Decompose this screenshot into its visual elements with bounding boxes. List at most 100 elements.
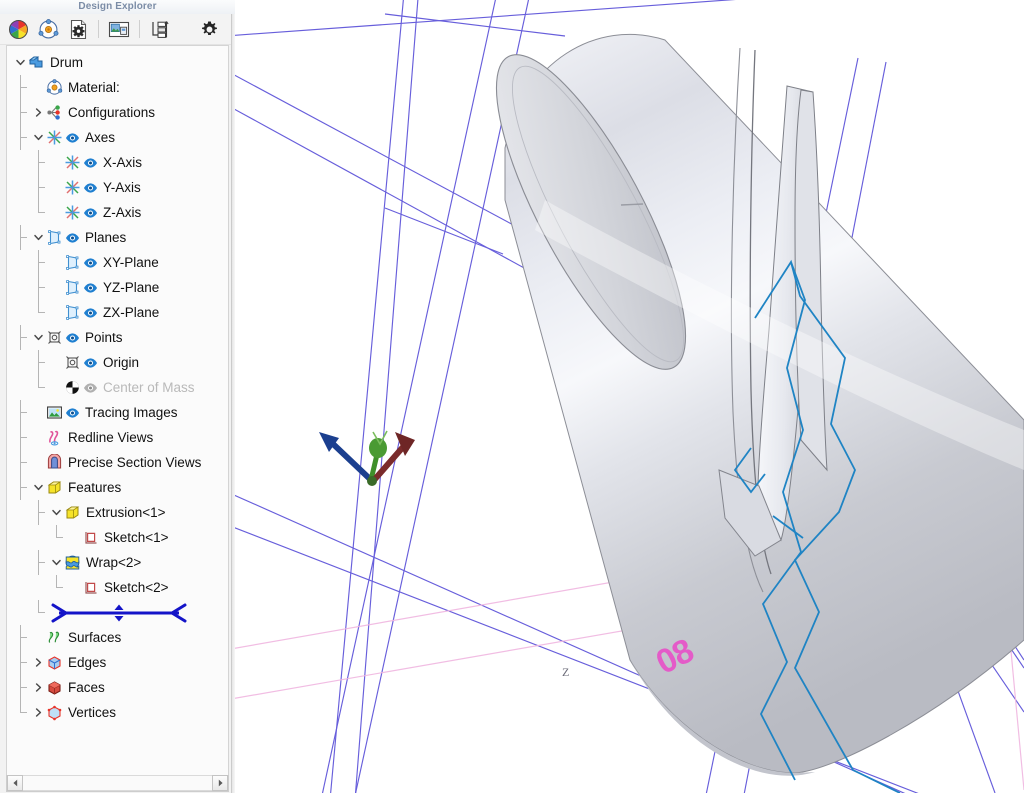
- sketch-icon: [81, 579, 100, 596]
- tree-twisty-placeholder: [49, 200, 63, 225]
- tree-connector-vertical: [20, 638, 21, 650]
- coordinate-triad: [319, 430, 415, 486]
- tree-connector: [56, 575, 63, 588]
- tree-twisty-placeholder: [49, 300, 63, 325]
- eye-hidden-icon[interactable]: [82, 382, 99, 394]
- design-explorer-tree-container[interactable]: Drum Material: Configurations Axes X-Axis Y-A…: [6, 45, 229, 775]
- chevron-down-icon[interactable]: [31, 125, 45, 150]
- tree-item-label: Axes: [85, 130, 116, 145]
- tree-item-label: Tracing Images: [85, 405, 178, 420]
- scroll-left-button[interactable]: [7, 775, 23, 791]
- tree-item-sketch-2[interactable]: Sketch<2>: [7, 575, 228, 600]
- tree-item-planes[interactable]: Planes: [7, 225, 228, 250]
- tree-connector-vertical: [20, 663, 21, 675]
- plane-icon: [63, 304, 82, 321]
- eye-visible-icon[interactable]: [82, 282, 99, 294]
- scroll-right-button[interactable]: [212, 775, 228, 791]
- 3d-viewport[interactable]: Z 08: [235, 0, 1024, 793]
- tree-item-surfaces[interactable]: Surfaces: [7, 625, 228, 650]
- tree-item-label: Vertices: [68, 705, 117, 720]
- tree-connector: [20, 675, 27, 688]
- tree-item-sketch-1[interactable]: Sketch<1>: [7, 525, 228, 550]
- tree-item-material[interactable]: Material:: [7, 75, 228, 100]
- tree-twisty-placeholder: [49, 175, 63, 200]
- point-icon: [63, 354, 82, 371]
- chevron-down-icon[interactable]: [49, 550, 63, 575]
- tree-item-points[interactable]: Points: [7, 325, 228, 350]
- document-properties-icon[interactable]: [66, 17, 90, 41]
- tree-twisty-placeholder: [49, 275, 63, 300]
- tree-item-drum[interactable]: Drum: [7, 50, 228, 75]
- eye-visible-icon[interactable]: [82, 357, 99, 369]
- eye-visible-icon[interactable]: [64, 232, 81, 244]
- tree-twisty-placeholder: [49, 250, 63, 275]
- tree-item-features[interactable]: Features: [7, 475, 228, 500]
- eye-visible-icon[interactable]: [82, 307, 99, 319]
- wrap-icon: [63, 554, 82, 571]
- axis-icon: [63, 204, 82, 221]
- gear-icon[interactable]: [197, 17, 221, 41]
- tree-connector-vertical: [20, 238, 21, 250]
- chevron-right-icon[interactable]: [31, 700, 45, 725]
- eye-visible-icon[interactable]: [64, 132, 81, 144]
- tree-item-faces[interactable]: Faces: [7, 675, 228, 700]
- tree-item-edges[interactable]: Edges: [7, 650, 228, 675]
- vertices-cube-icon: [45, 704, 64, 721]
- eye-visible-icon[interactable]: [82, 207, 99, 219]
- chevron-down-icon[interactable]: [31, 325, 45, 350]
- tree-item-tracing-images[interactable]: Tracing Images: [7, 400, 228, 425]
- tree-item-label: Extrusion<1>: [86, 505, 166, 520]
- chevron-right-icon[interactable]: [31, 650, 45, 675]
- tree-twisty-placeholder: [31, 450, 45, 475]
- scrollbar-track[interactable]: [23, 775, 212, 791]
- feature-icon: [45, 479, 64, 496]
- tree-item-precise-section-views[interactable]: Precise Section Views: [7, 450, 228, 475]
- chevron-down-icon[interactable]: [49, 500, 63, 525]
- tree-connector-vertical: [20, 438, 21, 450]
- tree-connector: [38, 300, 45, 313]
- eye-visible-icon[interactable]: [64, 332, 81, 344]
- tree-twisty-placeholder: [49, 150, 63, 175]
- chevron-down-icon[interactable]: [31, 475, 45, 500]
- triad-z-label: Z: [562, 665, 570, 679]
- plane-icon: [63, 254, 82, 271]
- tree-item-label: Configurations: [68, 105, 156, 120]
- tree-twisty-placeholder: [67, 525, 81, 550]
- eye-visible-icon[interactable]: [64, 407, 81, 419]
- tree-horizontal-scrollbar[interactable]: [6, 775, 229, 792]
- tree-item-vertices[interactable]: Vertices: [7, 700, 228, 725]
- tree-connector: [56, 525, 63, 538]
- axis-icon: [63, 179, 82, 196]
- tracing-image-icon[interactable]: [107, 17, 131, 41]
- chevron-right-icon[interactable]: [31, 100, 45, 125]
- tree-item-axes[interactable]: Axes: [7, 125, 228, 150]
- tree-connector-vertical: [38, 288, 39, 300]
- tree-item-redline-views[interactable]: Redline Views: [7, 425, 228, 450]
- tree-item-label: Wrap<2>: [86, 555, 142, 570]
- chevron-down-icon[interactable]: [31, 225, 45, 250]
- tree-item-label: Precise Section Views: [68, 455, 202, 470]
- chevron-down-icon[interactable]: [13, 50, 27, 75]
- chevron-right-icon[interactable]: [31, 675, 45, 700]
- tree-item-label: ZX-Plane: [103, 305, 160, 320]
- design-explorer-tree: Drum Material: Configurations Axes X-Axis Y-A…: [7, 46, 228, 725]
- color-wheel-icon[interactable]: [6, 17, 30, 41]
- tree-connector: [20, 400, 27, 413]
- tree-item-label: Sketch<2>: [104, 580, 169, 595]
- design-explorer-tree-icon[interactable]: [148, 17, 172, 41]
- tree-item-configurations[interactable]: Configurations: [7, 100, 228, 125]
- tree-connector: [20, 450, 27, 463]
- tree-connector: [20, 475, 27, 488]
- eye-visible-icon[interactable]: [82, 182, 99, 194]
- tracing-image-icon: [45, 404, 64, 421]
- tree-connector: [20, 700, 27, 713]
- eye-visible-icon[interactable]: [82, 157, 99, 169]
- material-atom-icon[interactable]: [36, 17, 60, 41]
- feature-icon: [63, 504, 82, 521]
- design-explorer-title: Design Explorer: [0, 0, 235, 14]
- tree-connector-vertical: [20, 88, 21, 100]
- tree-twisty-placeholder: [31, 75, 45, 100]
- tree-connector: [20, 125, 27, 138]
- rollback-bar-icon[interactable]: [49, 602, 189, 624]
- eye-visible-icon[interactable]: [82, 257, 99, 269]
